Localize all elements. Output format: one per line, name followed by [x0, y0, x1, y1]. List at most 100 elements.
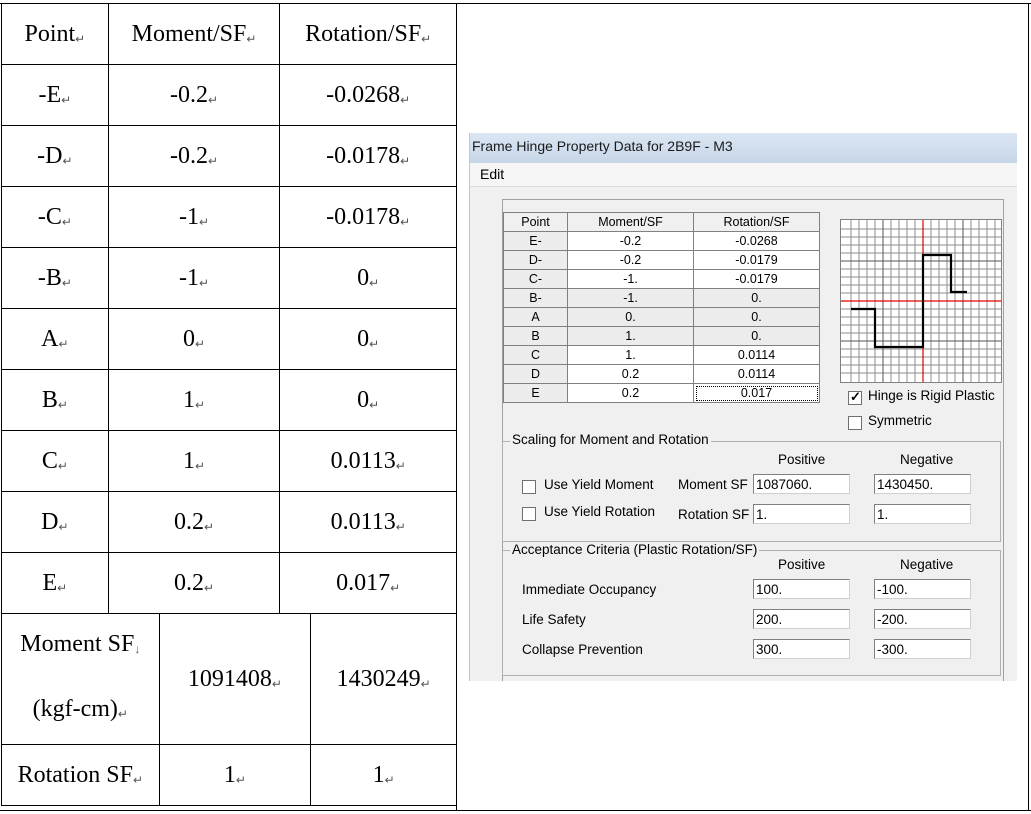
col-point: Point: [503, 212, 568, 232]
moment-sf-positive-input[interactable]: 1087060.: [753, 474, 850, 494]
rotation-input[interactable]: 0.017: [693, 383, 820, 403]
moment-input[interactable]: 0.2: [567, 383, 694, 403]
page-frame-bottom: [0, 810, 1031, 811]
use-yield-moment-checkbox[interactable]: [522, 480, 536, 494]
symmetric-checkbox[interactable]: [848, 416, 862, 430]
ls-negative-input[interactable]: -200.: [874, 609, 971, 629]
moment-sf-positive: 1091408: [187, 665, 272, 692]
table-row: -C↵ -1↵ -0.0178↵: [1, 186, 457, 248]
moment-input[interactable]: -0.2: [567, 231, 694, 251]
use-yield-rotation-checkbox[interactable]: [522, 507, 536, 521]
moment-sf-negative: 1430249: [336, 665, 421, 692]
col-moment: Moment/SF: [567, 212, 694, 232]
table-row: C- -1. -0.0179: [503, 269, 820, 289]
table-row: D 0.2 0.0114: [503, 364, 820, 384]
use-yield-moment-label: Use Yield Moment: [544, 477, 654, 492]
rotation-cell: 0.0113: [330, 508, 396, 535]
rotation-cell: -0.0268: [326, 81, 401, 108]
rotation-input[interactable]: 0.: [693, 326, 820, 346]
cp-negative-input[interactable]: -300.: [874, 639, 971, 659]
point-cell: D-: [503, 250, 568, 270]
moment-sf-row: Moment SF↓ (kgf-cm)↵ 1091408↵ 1430249↵: [1, 613, 457, 745]
moment-input[interactable]: -1.: [567, 288, 694, 308]
rotation-sf-negative-input[interactable]: 1.: [874, 504, 971, 524]
table-row: D↵ 0.2↵ 0.0113↵: [1, 491, 457, 553]
point-cell: D: [503, 364, 568, 384]
moment-input[interactable]: 1.: [567, 345, 694, 365]
acceptance-group-title: Acceptance Criteria (Plastic Rotation/SF…: [510, 542, 760, 557]
rotation-input[interactable]: -0.0268: [693, 231, 820, 251]
frame-hinge-dialog: Frame Hinge Property Data for 2B9F - M3 …: [469, 133, 1017, 681]
table-row: E↵ 0.2↵ 0.017↵: [1, 552, 457, 614]
rotation-input[interactable]: 0.: [693, 307, 820, 327]
moment-sf-negative-input[interactable]: 1430450.: [874, 474, 971, 494]
hinge-curve-plot: [840, 219, 1002, 383]
rigid-plastic-checkbox[interactable]: [848, 389, 862, 405]
hinge-points-table: Point Moment/SF Rotation/SF E- -0.2 -0.026…: [503, 212, 820, 403]
rotation-input[interactable]: 0.: [693, 288, 820, 308]
point-cell: A: [503, 307, 568, 327]
table-row: E 0.2 0.017: [503, 383, 820, 403]
moment-input[interactable]: 0.: [567, 307, 694, 327]
use-yield-rotation-label: Use Yield Rotation: [544, 504, 656, 519]
point-cell: C: [503, 345, 568, 365]
moment-input[interactable]: 1.: [567, 326, 694, 346]
moment-sf-label: Moment SF: [678, 477, 748, 492]
table-row: E- -0.2 -0.0268: [503, 231, 820, 251]
dialog-title: Frame Hinge Property Data for 2B9F - M3: [472, 138, 733, 154]
moment-input[interactable]: -1.: [567, 269, 694, 289]
rotation-input[interactable]: 0.0114: [693, 345, 820, 365]
moment-cell: 0.2: [174, 569, 205, 596]
moment-sf-unit: (kgf-cm)↵: [32, 696, 128, 722]
rotation-sf-positive-input[interactable]: 1.: [753, 504, 850, 524]
life-safety-label: Life Safety: [522, 612, 586, 627]
scaling-negative-header: Negative: [900, 452, 954, 467]
rotation-input[interactable]: 0.0114: [693, 364, 820, 384]
header-moment-sf: Moment/SF↵: [107, 3, 281, 65]
moment-cell: 0: [183, 325, 196, 352]
point-cell: E-: [503, 231, 568, 251]
rotation-sf-label: Rotation SF: [17, 761, 133, 788]
table-row: -D↵ -0.2↵ -0.0178↵: [1, 125, 457, 187]
point-cell: E: [42, 569, 58, 596]
moment-input[interactable]: 0.2: [567, 364, 694, 384]
point-cell: -E: [38, 81, 62, 108]
rigid-plastic-label: Hinge is Rigid Plastic: [868, 388, 995, 403]
rotation-cell: 0.017: [336, 569, 391, 596]
io-negative-input[interactable]: -100.: [874, 579, 971, 599]
io-positive-input[interactable]: 100.: [753, 579, 850, 599]
dialog-title-bar: Frame Hinge Property Data for 2B9F - M3: [470, 133, 1017, 163]
rotation-cell: 0: [357, 264, 370, 291]
rotation-sf-positive: 1: [223, 761, 236, 788]
cp-positive-input[interactable]: 300.: [753, 639, 850, 659]
acceptance-negative-header: Negative: [900, 557, 954, 572]
menu-bar: Edit: [470, 163, 1017, 187]
ls-positive-input[interactable]: 200.: [753, 609, 850, 629]
point-cell: B: [503, 326, 568, 346]
table-row: B 1. 0.: [503, 326, 820, 346]
rotation-cell: 0: [357, 386, 370, 413]
table-header-row: Point↵ Moment/SF↵ Rotation/SF↵: [1, 3, 457, 65]
rotation-cell: 0.0113: [330, 447, 396, 474]
col-rotation: Rotation/SF: [693, 212, 820, 232]
point-cell: -C: [37, 203, 62, 230]
moment-cell: -0.2: [170, 81, 209, 108]
rotation-input[interactable]: -0.0179: [693, 269, 820, 289]
collapse-prevention-label: Collapse Prevention: [522, 642, 643, 657]
point-cell: C-: [503, 269, 568, 289]
moment-cell: -1: [179, 203, 200, 230]
acceptance-positive-header: Positive: [778, 557, 826, 572]
scaling-positive-header: Positive: [778, 452, 826, 467]
point-cell: A: [41, 325, 59, 352]
point-cell: B: [41, 386, 58, 413]
menu-edit[interactable]: Edit: [480, 166, 504, 182]
moment-input[interactable]: -0.2: [567, 250, 694, 270]
scaling-group-title: Scaling for Moment and Rotation: [510, 432, 711, 447]
table-row: C↵ 1↵ 0.0113↵: [1, 430, 457, 492]
table-row: B↵ 1↵ 0↵: [1, 369, 457, 431]
rotation-input[interactable]: -0.0179: [693, 250, 820, 270]
point-cell: E: [503, 383, 568, 403]
rotation-cell: 0: [357, 325, 370, 352]
rotation-sf-negative: 1: [372, 761, 385, 788]
header-rotation-sf: Rotation/SF↵: [279, 3, 457, 65]
